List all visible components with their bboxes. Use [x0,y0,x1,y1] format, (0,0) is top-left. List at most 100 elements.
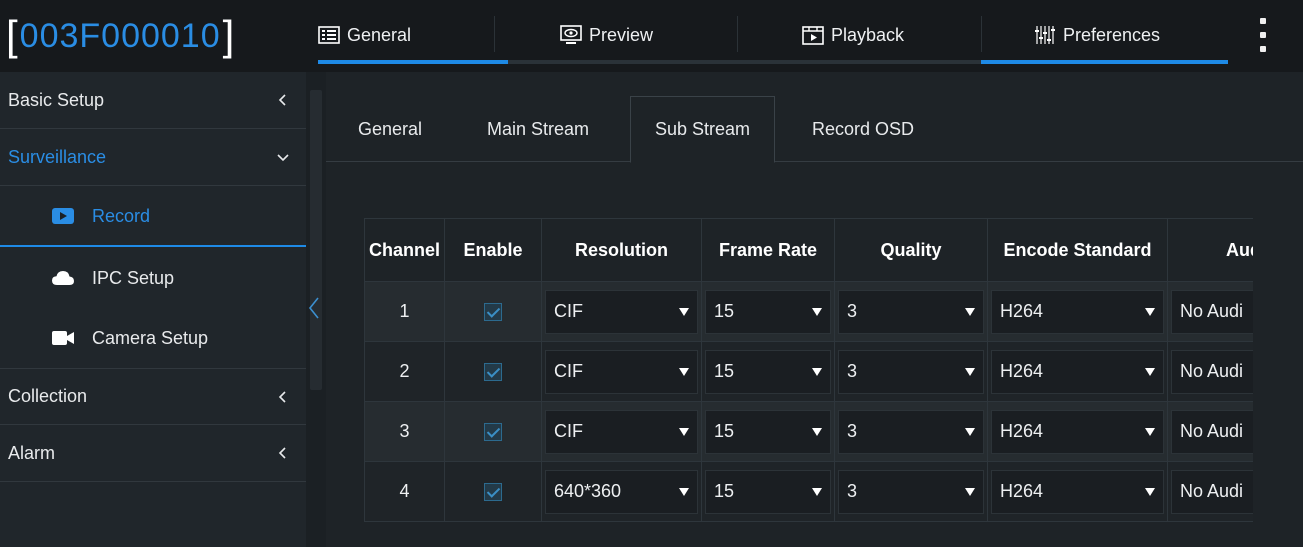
collapse-sidebar-icon[interactable] [308,296,320,320]
frame-rate-cell: 15 [701,341,835,402]
select-value: 640*360 [554,481,622,501]
sidebar-item-record[interactable]: Record [0,187,306,247]
select-value: No Audi [1180,421,1244,441]
resolution-cell: CIF [541,281,702,342]
frame-rate-select[interactable]: 15 [705,349,831,394]
select-value: 15 [714,481,735,501]
quality-cell: 3 [834,341,988,402]
top-bar: [ 003F000010 ] General Preview Playback … [0,0,1303,72]
enable-checkbox[interactable] [484,363,502,382]
channel-cell: 3 [364,401,445,462]
dropdown-arrow-icon [1145,307,1155,316]
sidebar-scrollbar-thumb[interactable] [310,90,322,390]
tab-divider [494,16,495,52]
resolution-select[interactable]: CIF [545,289,698,334]
quality-select[interactable]: 3 [838,349,984,394]
tab-underline-segment [318,60,508,64]
more-menu-icon[interactable] [1256,18,1270,52]
select-value: 15 [714,421,735,441]
dropdown-arrow-icon [812,487,822,496]
sidebar-item-basic-setup[interactable]: Basic Setup [0,72,306,129]
quality-select[interactable]: 3 [838,469,984,514]
device-id-display: [ 003F000010 ] [6,10,234,62]
main-tab-playback[interactable]: Playback [802,18,904,52]
select-value: 3 [847,301,858,321]
encode-standard-select[interactable]: H264 [991,349,1164,394]
sub-tab-label: Main Stream [487,118,590,139]
sidebar-item-camera-setup[interactable]: Camera Setup [0,308,306,368]
dropdown-arrow-icon [965,307,975,316]
sidebar-item-label: Record [92,205,151,226]
resolution-select[interactable]: 640*360 [545,469,698,514]
encode-standard-select[interactable]: H264 [991,469,1164,514]
column-header-audio: Aud [1167,218,1253,282]
frame-rate-select[interactable]: 15 [705,289,831,334]
enable-checkbox[interactable] [484,483,502,502]
enable-checkbox[interactable] [484,303,502,322]
select-value: No Audi [1180,481,1244,501]
select-value: CIF [554,361,583,381]
audio-select[interactable]: No Audi [1171,469,1253,514]
sub-tab-main-stream[interactable]: Main Stream [487,96,589,162]
quality-cell: 3 [834,401,988,462]
resolution-cell: 640*360 [541,461,702,522]
dropdown-arrow-icon [1145,367,1155,376]
main-tab-preferences[interactable]: Preferences [1034,18,1160,52]
sidebar-item-alarm[interactable]: Alarm [0,425,306,482]
encode-cell: H264 [987,281,1168,342]
content-panel: General Main Stream Sub Stream Record OS… [326,72,1303,547]
resolution-select[interactable]: CIF [545,409,698,454]
sidebar-item-ipc-setup[interactable]: IPC Setup [0,248,306,308]
sub-tab-record-osd[interactable]: Record OSD [812,96,914,162]
select-value: 3 [847,361,858,381]
frame-rate-select[interactable]: 15 [705,409,831,454]
frame-rate-cell: 15 [701,281,835,342]
sub-tab-label: Sub Stream [655,119,751,139]
frame-rate-select[interactable]: 15 [705,469,831,514]
enable-cell [444,401,542,462]
select-value: CIF [554,421,583,441]
audio-select[interactable]: No Audi [1171,349,1253,394]
enable-checkbox[interactable] [484,423,502,442]
cloud-icon [52,270,74,286]
sidebar: Basic Setup Surveillance Record IPC Setu… [0,72,306,547]
dropdown-arrow-icon [812,367,822,376]
column-header-enable: Enable [444,218,542,282]
dropdown-arrow-icon [679,367,689,376]
quality-select[interactable]: 3 [838,409,984,454]
column-header-resolution: Resolution [541,218,702,282]
audio-select[interactable]: No Audi [1171,409,1253,454]
camera-icon [52,330,74,346]
channel-cell: 4 [364,461,445,522]
sidebar-item-surveillance[interactable]: Surveillance [0,129,306,186]
main-tab-label: Playback [831,24,905,45]
sub-tab-label: General [358,118,423,139]
main-tab-general[interactable]: General [318,18,411,52]
select-value: 3 [847,481,858,501]
dropdown-arrow-icon [1145,427,1155,436]
select-value: No Audi [1180,301,1244,321]
quality-select[interactable]: 3 [838,289,984,334]
column-header-encode-standard: Encode Standard [987,218,1168,282]
table-row: 2 CIF 15 3 H264 No Audi [364,341,1253,402]
kebab-dot [1260,32,1266,38]
resolution-cell: CIF [541,401,702,462]
sub-tab-sub-stream[interactable]: Sub Stream [630,96,776,163]
encode-standard-select[interactable]: H264 [991,289,1164,334]
sidebar-item-collection[interactable]: Collection [0,368,306,425]
left-bracket: [ [6,12,18,59]
sub-tab-bar: General Main Stream Sub Stream Record OS… [326,96,1303,163]
resolution-select[interactable]: CIF [545,349,698,394]
encode-standard-select[interactable]: H264 [991,409,1164,454]
main-tab-preview[interactable]: Preview [560,18,653,52]
table-row: 3 CIF 15 3 H264 No Audi [364,401,1253,462]
sidebar-item-label: IPC Setup [92,267,175,288]
enable-cell [444,281,542,342]
sub-tab-general[interactable]: General [358,96,422,162]
sub-tab-label: Record OSD [812,118,915,139]
select-value: H264 [1000,301,1044,321]
playback-icon [802,25,824,45]
audio-select[interactable]: No Audi [1171,289,1253,334]
column-header-quality: Quality [834,218,988,282]
sidebar-item-label: Collection [8,386,88,406]
